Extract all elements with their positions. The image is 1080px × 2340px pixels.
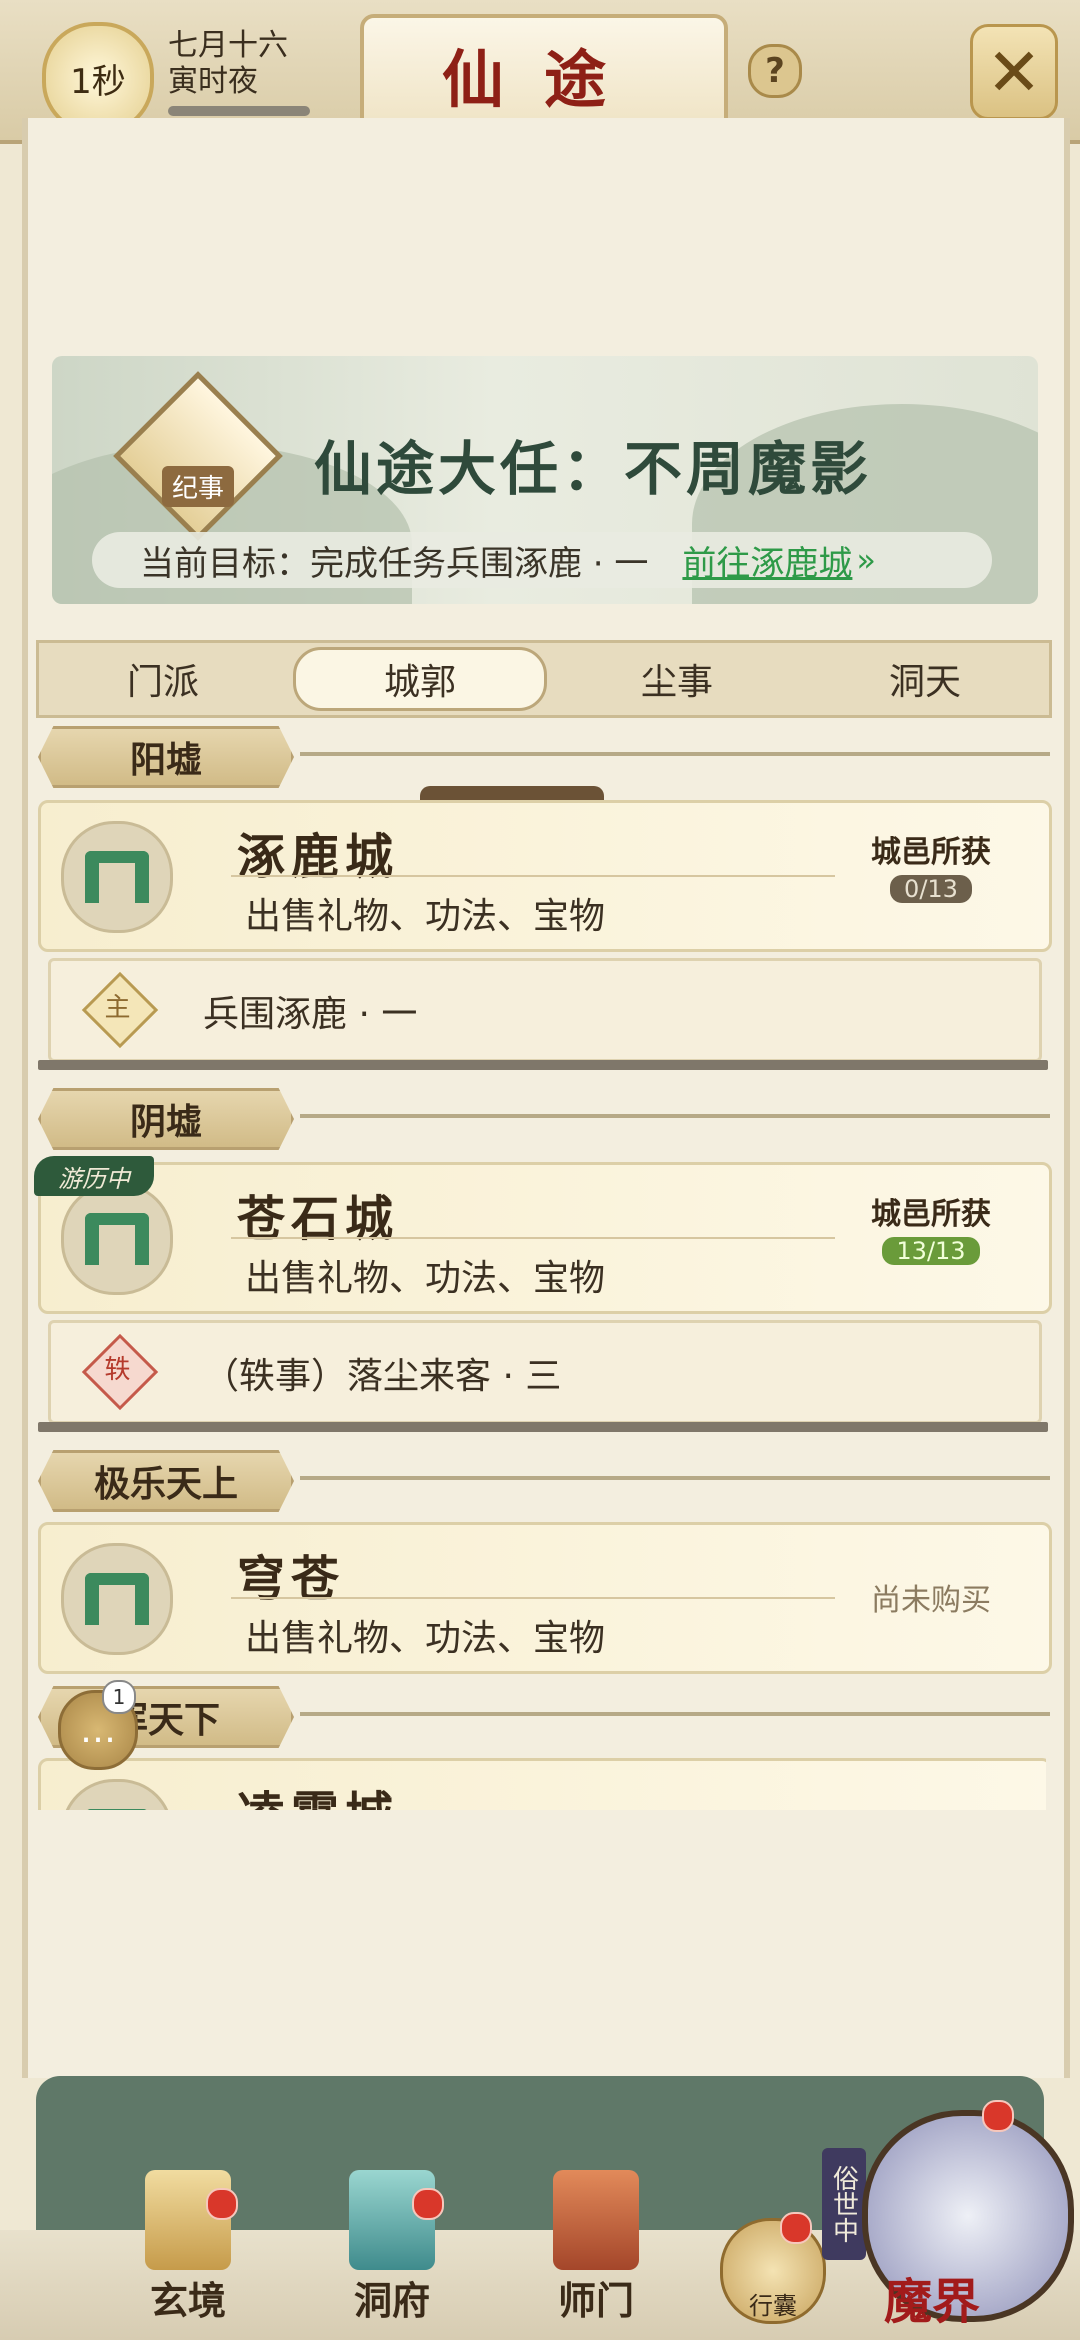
- section-separator: [38, 1422, 1048, 1432]
- goal-text: 当前目标：完成任务兵围涿鹿 · 一: [140, 543, 649, 584]
- section-header: 阳墟: [38, 726, 1056, 788]
- notification-dot: [780, 2212, 812, 2244]
- tab-bar: 门派 城郭 尘事 洞天: [36, 640, 1052, 718]
- section-title: 阳墟: [38, 726, 294, 788]
- section-header: 浑天下: [38, 1686, 1056, 1748]
- task-row[interactable]: 主 兵围涿鹿 · 一: [48, 958, 1042, 1062]
- page-title: 仙途: [360, 14, 728, 134]
- task-name: 兵围涿鹿 · 一: [203, 994, 418, 1035]
- divider: [231, 1237, 835, 1239]
- city-gate-icon: [61, 1779, 173, 1810]
- city-card[interactable]: 凌霄城: [38, 1758, 1046, 1810]
- inventory-label: 行囊: [749, 2292, 797, 2320]
- chevron-right-icon: »: [856, 541, 876, 579]
- reward-label: 城邑所获: [871, 835, 991, 870]
- close-button[interactable]: ✕: [970, 24, 1058, 120]
- section-title: 阴墟: [38, 1088, 294, 1150]
- banner-icon: [553, 2170, 639, 2270]
- section-separator: [38, 1060, 1048, 1070]
- side-quest-icon: 轶: [81, 1333, 159, 1411]
- date-line-1: 七月十六: [168, 28, 288, 63]
- city-card[interactable]: 穹苍 出售礼物、功法、宝物 尚未购买: [38, 1522, 1052, 1674]
- nav-label: 玄境: [149, 2278, 226, 2323]
- chronicle-badge: 纪事: [162, 466, 235, 507]
- nav-xuanjing[interactable]: 玄境: [118, 2170, 258, 2323]
- divider: [231, 875, 835, 877]
- city-card[interactable]: 涿鹿城 出售礼物、功法、宝物 城邑所获 0/13: [38, 800, 1052, 952]
- city-card[interactable]: 苍石城 出售礼物、功法、宝物 城邑所获 13/13: [38, 1162, 1052, 1314]
- timer-text: 1秒: [70, 61, 126, 102]
- notification-dot: [412, 2188, 444, 2220]
- city-description: 出售礼物、功法、宝物: [245, 1618, 606, 1659]
- time-progress-bar: [168, 106, 310, 116]
- scroll-icon: [145, 2170, 231, 2270]
- section-header: 阴墟: [38, 1088, 1056, 1150]
- task-row[interactable]: 轶 （轶事）落尘来客 · 三: [48, 1320, 1042, 1424]
- city-reward-button[interactable]: 城邑所获 0/13: [871, 827, 991, 927]
- world-status-tag: 俗世中: [822, 2148, 866, 2260]
- chat-unread-badge: 1: [102, 1680, 136, 1714]
- quest-title: 仙途大任：不周魔影: [314, 435, 873, 503]
- chat-icon: …: [80, 1709, 116, 1751]
- game-date: 七月十六 寅时夜: [168, 28, 288, 100]
- tab-worldly[interactable]: 尘事: [553, 643, 801, 715]
- city-gate-icon: [61, 1183, 173, 1295]
- city-reward-button[interactable]: 城邑所获 13/13: [871, 1189, 991, 1289]
- tab-sect[interactable]: 门派: [39, 643, 287, 715]
- section-divider: [300, 752, 1050, 756]
- section-divider: [300, 1476, 1050, 1480]
- task-name: （轶事）落尘来客 · 三: [203, 1356, 562, 1397]
- reward-progress: 0/13: [890, 875, 972, 903]
- pavilion-icon: [349, 2170, 435, 2270]
- nav-label: 师门: [557, 2278, 634, 2323]
- status-tag-traveling: 游历中: [34, 1156, 154, 1196]
- main-quest-icon: 主: [81, 971, 159, 1049]
- quest-banner: 纪事 仙途大任：不周魔影 当前目标：完成任务兵围涿鹿 · 一 前往涿鹿城 »: [52, 356, 1038, 604]
- goto-city-link[interactable]: 前往涿鹿城: [682, 536, 852, 585]
- notification-dot: [982, 2100, 1014, 2132]
- nav-shimen[interactable]: 师门: [526, 2170, 666, 2323]
- nav-label: 洞府: [353, 2278, 430, 2323]
- city-description: 出售礼物、功法、宝物: [245, 896, 606, 937]
- demon-realm-label: 魔界: [884, 2274, 981, 2330]
- city-name: 凌霄城: [237, 1775, 399, 1810]
- close-icon: ✕: [986, 33, 1042, 111]
- help-button[interactable]: ?: [748, 44, 802, 98]
- city-gate-icon: [61, 821, 173, 933]
- reward-progress: 13/13: [882, 1237, 980, 1265]
- city-reward-button[interactable]: 尚未购买: [871, 1549, 991, 1649]
- section-title: 极乐天上: [38, 1450, 294, 1512]
- divider: [231, 1597, 835, 1599]
- date-line-2: 寅时夜: [168, 64, 258, 99]
- tab-cave[interactable]: 洞天: [801, 643, 1049, 715]
- city-description: 出售礼物、功法、宝物: [245, 1258, 606, 1299]
- section-header: 极乐天上: [38, 1450, 1056, 1512]
- reward-label: 城邑所获: [871, 1197, 991, 1232]
- tab-city[interactable]: 城郭: [293, 647, 547, 711]
- section-divider: [300, 1712, 1050, 1716]
- section-divider: [300, 1114, 1050, 1118]
- goal-bar: 当前目标：完成任务兵围涿鹿 · 一 前往涿鹿城 »: [92, 532, 992, 588]
- scroll-clip: 凌霄城: [38, 1758, 1046, 1810]
- notification-dot: [206, 2188, 238, 2220]
- city-gate-icon: [61, 1543, 173, 1655]
- reward-status: 尚未购买: [871, 1583, 991, 1618]
